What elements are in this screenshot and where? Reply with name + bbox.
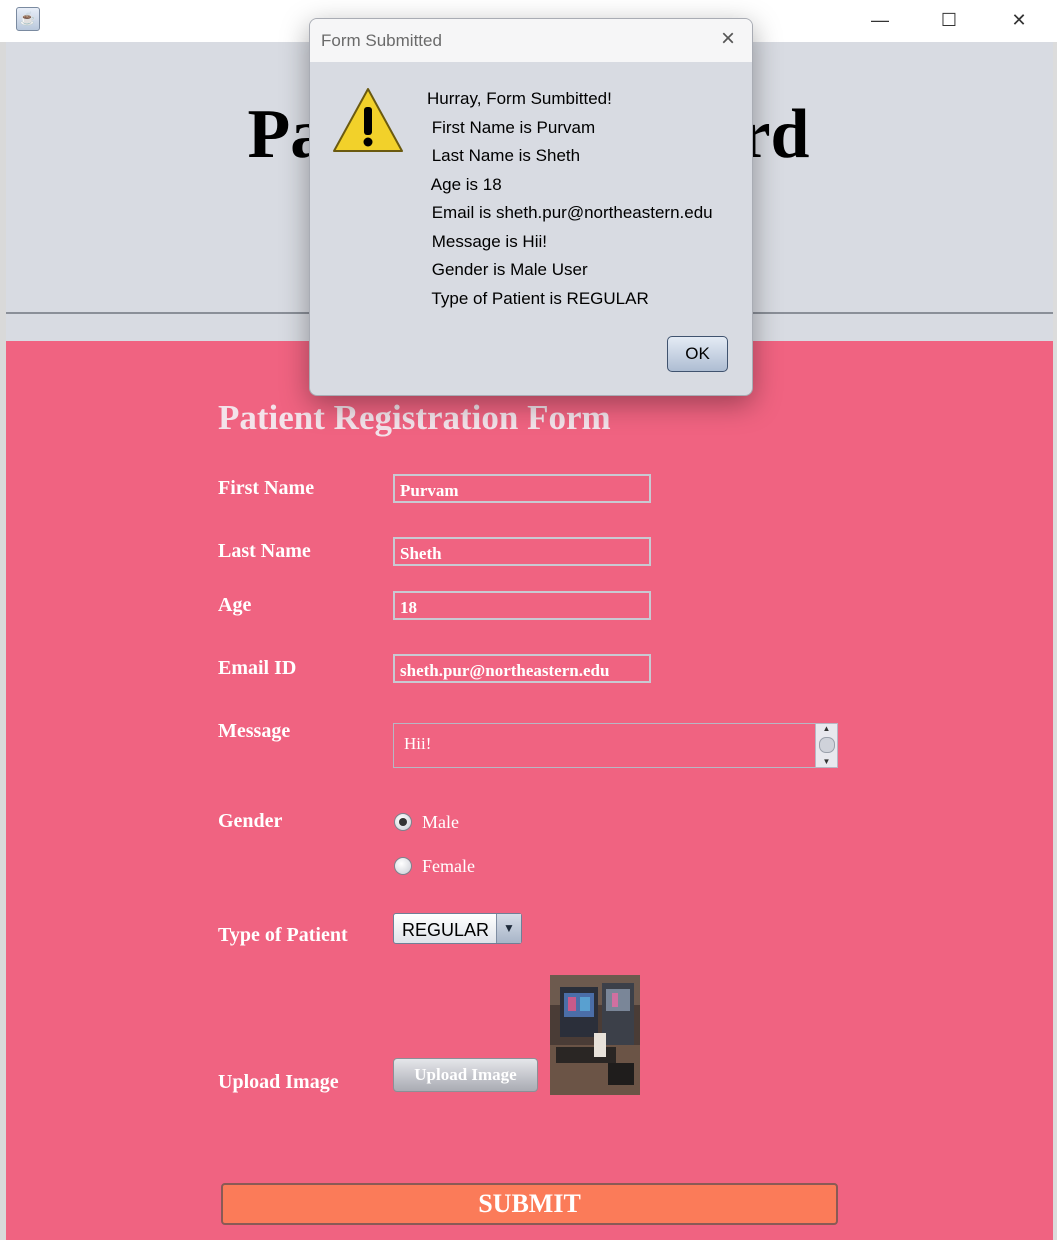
form-title: Patient Registration Form bbox=[218, 398, 611, 437]
gender-female-label[interactable]: Female bbox=[422, 856, 475, 877]
message-text: Hii! bbox=[404, 734, 432, 753]
maximize-icon[interactable]: ☐ bbox=[934, 6, 964, 34]
gender-male-label[interactable]: Male bbox=[422, 812, 459, 833]
dialog-message-line: Type of Patient is REGULAR bbox=[427, 289, 649, 308]
message-scrollbar[interactable]: ▲ ▼ bbox=[815, 724, 837, 767]
age-label: Age bbox=[218, 594, 252, 616]
window-right-edge bbox=[1053, 42, 1057, 1240]
dialog-message-line: Last Name is Sheth bbox=[427, 146, 581, 165]
patient-type-value: REGULAR bbox=[402, 920, 490, 940]
upload-image-label: Upload Image bbox=[218, 1071, 339, 1093]
scroll-down-icon[interactable]: ▼ bbox=[816, 757, 837, 767]
patient-type-select[interactable]: REGULAR ▼ bbox=[393, 913, 522, 944]
dialog-message-line: Gender is Male User bbox=[427, 260, 588, 279]
dialog-titlebar: Form Submitted × bbox=[310, 19, 752, 62]
dialog-message-line: First Name is Purvam bbox=[427, 118, 596, 137]
dialog-message-line: Email is sheth.pur@northeastern.edu bbox=[427, 203, 713, 222]
gender-label: Gender bbox=[218, 810, 283, 832]
chevron-down-icon[interactable]: ▼ bbox=[496, 914, 521, 943]
gender-female-radio[interactable] bbox=[394, 857, 412, 875]
minimize-icon[interactable]: — bbox=[865, 6, 895, 34]
close-icon[interactable]: × bbox=[716, 27, 740, 51]
uploaded-image-thumbnail bbox=[550, 975, 640, 1095]
email-field[interactable]: sheth.pur@northeastern.edu bbox=[393, 654, 651, 683]
submit-button[interactable]: SUBMIT bbox=[221, 1183, 838, 1225]
dialog-message-line: Hurray, Form Sumbitted! bbox=[427, 89, 612, 108]
message-label: Message bbox=[218, 720, 291, 742]
dialog-message-line: Age is 18 bbox=[427, 175, 502, 194]
first-name-label: First Name bbox=[218, 477, 315, 499]
dialog-message-line: Message is Hii! bbox=[427, 232, 547, 251]
patient-type-label: Type of Patient bbox=[218, 924, 348, 946]
gender-male-radio[interactable] bbox=[394, 813, 412, 831]
last-name-label: Last Name bbox=[218, 540, 311, 562]
warning-icon bbox=[333, 88, 403, 152]
java-coffee-cup-icon: ☕ bbox=[16, 7, 40, 31]
dialog-title: Form Submitted bbox=[321, 31, 442, 50]
ok-button[interactable]: OK bbox=[667, 336, 728, 372]
scroll-thumb[interactable] bbox=[819, 737, 835, 753]
age-field[interactable]: 18 bbox=[393, 591, 651, 620]
email-label: Email ID bbox=[218, 657, 297, 679]
radio-selected-dot bbox=[399, 818, 407, 826]
close-icon[interactable]: ✕ bbox=[1004, 6, 1034, 34]
form-submitted-dialog: Form Submitted × Hurray, Form Sumbitted!… bbox=[309, 18, 753, 396]
last-name-field[interactable]: Sheth bbox=[393, 537, 651, 566]
message-textarea[interactable]: Hii! ▲ ▼ bbox=[393, 723, 838, 768]
first-name-field[interactable]: Purvam bbox=[393, 474, 651, 503]
upload-image-button[interactable]: Upload Image bbox=[393, 1058, 538, 1092]
scroll-up-icon[interactable]: ▲ bbox=[816, 724, 837, 734]
